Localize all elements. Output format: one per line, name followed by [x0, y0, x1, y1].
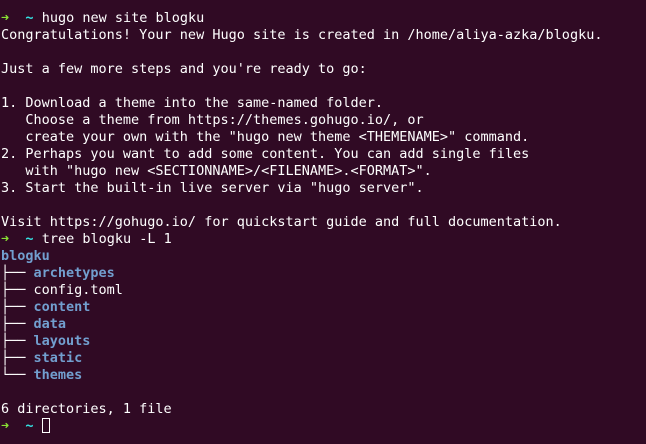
tree-branch: ├── [1, 265, 34, 281]
tree-summary: 6 directories, 1 file [1, 401, 172, 417]
output-line: Just a few more steps and you're ready t… [1, 61, 367, 77]
prompt-directory: ~ [25, 231, 34, 247]
directory-name: archetypes [33, 265, 115, 281]
prompt-line[interactable]: ➜ ~ [1, 418, 646, 435]
prompt-directory: ~ [25, 10, 34, 26]
tree-entry: └── themes [1, 367, 646, 384]
tree-entry: ├── config.toml [1, 282, 646, 299]
output-line: Congratulations! Your new Hugo site is c… [1, 27, 603, 43]
prompt-directory: ~ [25, 418, 34, 434]
tree-branch: ├── [1, 333, 34, 349]
directory-name: themes [33, 367, 83, 383]
directory-name: blogku [1, 248, 50, 264]
tree-root: blogku [1, 248, 646, 265]
tree-entry: ├── content [1, 299, 646, 316]
terminal-window[interactable]: ➜ ~ hugo new site blogku Congratulations… [0, 0, 646, 444]
output-line: 2. Perhaps you want to add some content.… [1, 146, 530, 162]
output-line: 1. Download a theme into the same-named … [1, 95, 384, 111]
file-name: config.toml [33, 282, 123, 298]
tree-branch: ├── [1, 316, 34, 332]
tree-branch: ├── [1, 282, 34, 298]
directory-name: data [33, 316, 67, 332]
prompt-arrow-icon: ➜ [1, 10, 10, 26]
directory-name: layouts [33, 333, 91, 349]
cursor[interactable] [41, 418, 50, 433]
output-line: 3. Start the built-in live server via "h… [1, 180, 424, 196]
command-text: tree blogku -L 1 [41, 231, 172, 247]
prompt-arrow-icon: ➜ [1, 231, 10, 247]
tree-entry: ├── static [1, 350, 646, 367]
prompt-line: ➜ ~ hugo new site blogku [1, 10, 646, 27]
directory-name: content [33, 299, 91, 315]
prompt-line: ➜ ~ tree blogku -L 1 [1, 231, 646, 248]
tree-entry: ├── data [1, 316, 646, 333]
tree-branch: ├── [1, 350, 34, 366]
output-line: Choose a theme from https://themes.gohug… [1, 112, 424, 128]
output-line: create your own with the "hugo new theme… [1, 129, 530, 145]
output-line: with "hugo new <SECTIONNAME>/<FILENAME>.… [1, 163, 432, 179]
prompt-arrow-icon: ➜ [1, 418, 10, 434]
tree-entry: ├── archetypes [1, 265, 646, 282]
tree-branch: ├── [1, 299, 34, 315]
output-line: Visit https://gohugo.io/ for quickstart … [1, 214, 562, 230]
directory-name: static [33, 350, 83, 366]
tree-branch: └── [1, 367, 34, 383]
tree-entry: ├── layouts [1, 333, 646, 350]
command-text: hugo new site blogku [41, 10, 205, 26]
